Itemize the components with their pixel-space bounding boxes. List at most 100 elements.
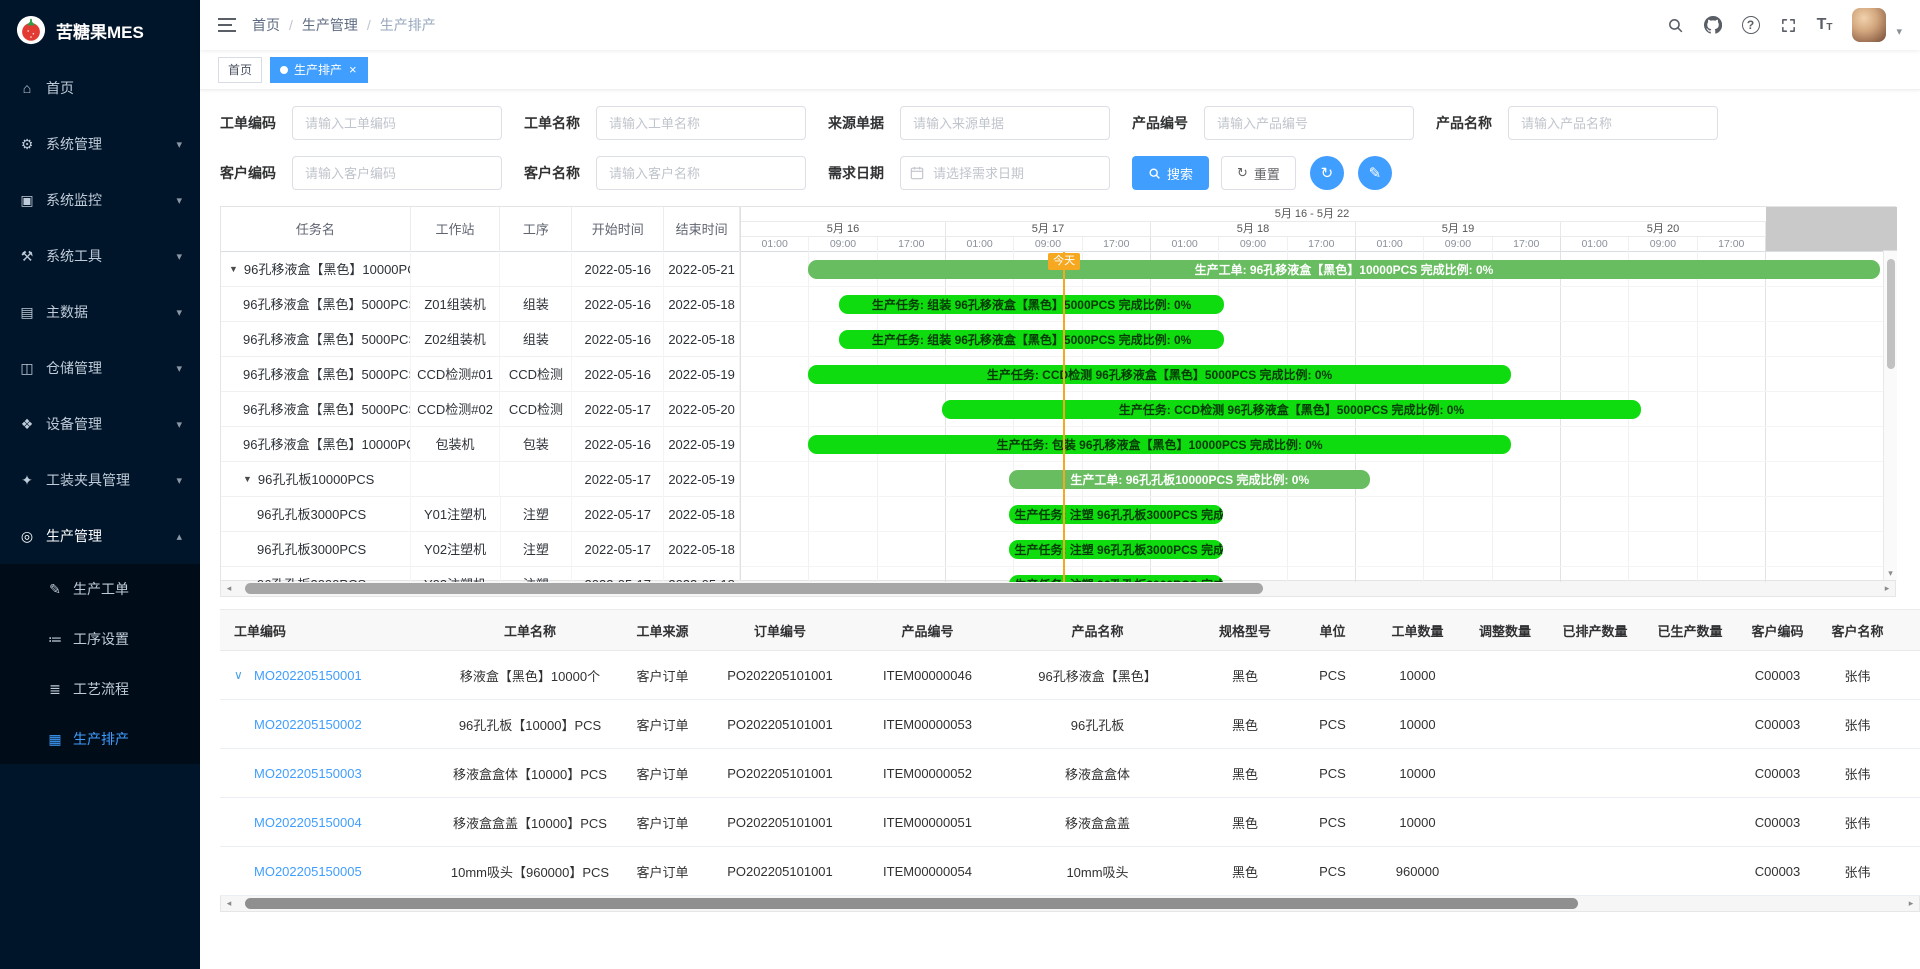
github-icon[interactable] — [1704, 16, 1722, 34]
gantt-task-bar[interactable]: 生产任务: 包装 96孔移液盒【黑色】10000PCS 完成比例: 0% — [808, 435, 1510, 454]
gantt-task-row[interactable]: 96孔移液盒【黑色】5000PCSCCD检测#01CCD检测2022-05-16… — [221, 357, 740, 392]
breadcrumb-item[interactable]: 生产管理 — [302, 15, 358, 35]
tab-label: 首页 — [228, 61, 252, 78]
process-cell: CCD检测 — [500, 392, 572, 427]
filter-field: 产品编号 — [1132, 106, 1414, 140]
sidebar-item[interactable]: ▣系统监控▾ — [0, 172, 200, 228]
sidebar-subitem[interactable]: ▦生产排产 — [0, 714, 200, 764]
filter-input[interactable] — [596, 106, 806, 140]
filter-field: 客户名称 — [524, 156, 806, 190]
gantt-task-row[interactable]: 96孔移液盒【黑色】5000PCSZ01组装机组装2022-05-162022-… — [221, 287, 740, 322]
workorder-link[interactable]: MO202205150001 — [254, 668, 362, 683]
scrollbar-track[interactable] — [237, 896, 1903, 911]
breadcrumb-item[interactable]: 首页 — [252, 15, 280, 35]
tab-active-dot — [280, 66, 288, 74]
row-expand-icon[interactable]: ∨ — [234, 668, 246, 682]
search-button[interactable]: 搜索 — [1132, 156, 1209, 190]
sidebar-item[interactable]: ✦工装夹具管理▾ — [0, 452, 200, 508]
gantt-vertical-scrollbar[interactable]: ▾ — [1883, 207, 1897, 580]
tab-item[interactable]: 首页 — [218, 57, 262, 83]
gantt-task-bar[interactable]: 生产任务: CCD检测 96孔移液盒【黑色】5000PCS 完成比例: 0% — [942, 400, 1641, 419]
orders-cell-customer_code: C00003 — [1735, 864, 1820, 879]
expand-icon[interactable]: ▼ — [229, 252, 238, 287]
gantt-task-bar[interactable]: 生产任务: 注塑 96孔孔板3000PCS 完成比例: 0% — [1009, 505, 1223, 524]
scroll-right-icon[interactable]: ▸ — [1903, 898, 1919, 909]
gantt-task-bar[interactable]: 生产任务: 组装 96孔移液盒【黑色】5000PCS 完成比例: 0% — [839, 295, 1224, 314]
filter-input[interactable] — [900, 106, 1110, 140]
scrollbar-thumb[interactable] — [1887, 259, 1895, 369]
scrollbar-track[interactable] — [237, 581, 1879, 596]
chevron-down-icon[interactable]: ▾ — [1896, 25, 1902, 42]
sidebar-item[interactable]: ▤主数据▾ — [0, 284, 200, 340]
filter-input[interactable] — [292, 106, 502, 140]
gantt-task-row[interactable]: 96孔孔板3000PCSY01注塑机注塑2022-05-172022-05-18 — [221, 497, 740, 532]
flow-icon: ≣ — [46, 681, 64, 698]
orders-cell-customer_name: 张伟 — [1820, 715, 1895, 734]
close-icon[interactable]: × — [348, 63, 358, 76]
timeline-hour-label: 09:00 — [1014, 237, 1082, 252]
avatar[interactable] — [1852, 8, 1886, 42]
sidebar-subitem[interactable]: ≣工艺流程 — [0, 664, 200, 714]
sidebar-item[interactable]: ◫仓储管理▾ — [0, 340, 200, 396]
gantt-order-bar[interactable]: 生产工单: 96孔移液盒【黑色】10000PCS 完成比例: 0% — [808, 260, 1879, 279]
orders-table-row[interactable]: ∨MO202205150001移液盒【黑色】10000个客户订单PO202205… — [220, 651, 1920, 700]
sync-gantt-button[interactable]: ↻ — [1310, 156, 1344, 190]
fullscreen-icon[interactable] — [1780, 17, 1797, 34]
scroll-left-icon[interactable]: ◂ — [221, 898, 237, 909]
scrollbar-thumb[interactable] — [245, 898, 1578, 909]
gantt-task-bar[interactable]: 生产任务: 注塑 96孔孔板3000PCS 完成比例: 0% — [1009, 540, 1223, 559]
filter-input[interactable] — [1508, 106, 1718, 140]
sidebar-subitem[interactable]: ≔工序设置 — [0, 614, 200, 664]
scroll-right-icon[interactable]: ▸ — [1879, 583, 1895, 594]
timeline-hour-label: 01:00 — [946, 237, 1014, 252]
sidebar-item[interactable]: ⚒系统工具▾ — [0, 228, 200, 284]
scrollbar-thumb[interactable] — [245, 583, 1263, 594]
scroll-left-icon[interactable]: ◂ — [221, 583, 237, 594]
tab-item[interactable]: 生产排产× — [270, 57, 368, 83]
workorder-link[interactable]: MO202205150004 — [254, 815, 362, 830]
sidebar-item[interactable]: ❖设备管理▾ — [0, 396, 200, 452]
sidebar-subitem[interactable]: ✎生产工单 — [0, 564, 200, 614]
orders-table-row[interactable]: ∨MO20220515000296孔孔板【10000】PCS客户订单PO2022… — [220, 700, 1920, 749]
workorder-link[interactable]: MO202205150003 — [254, 766, 362, 781]
workorder-link[interactable]: MO202205150005 — [254, 864, 362, 879]
filter-input[interactable] — [1204, 106, 1414, 140]
scroll-down-icon[interactable]: ▾ — [1884, 568, 1897, 579]
orders-table-row[interactable]: ∨MO202205150004移液盒盒盖【10000】PCS客户订单PO2022… — [220, 798, 1920, 847]
filter-input[interactable] — [900, 156, 1110, 190]
filter-input[interactable] — [596, 156, 806, 190]
gantt-task-row[interactable]: 96孔孔板3000PCSY03注塑机注塑2022-05-172022-05-18 — [221, 567, 740, 582]
process-cell: 注塑 — [501, 567, 573, 583]
edit-button[interactable]: ✎ — [1358, 156, 1392, 190]
gantt-task-row[interactable]: 96孔移液盒【黑色】5000PCSCCD检测#02CCD检测2022-05-17… — [221, 392, 740, 427]
sidebar-item[interactable]: ⌂首页 — [0, 60, 200, 116]
gantt-horizontal-scrollbar[interactable]: ◂ ▸ — [220, 581, 1896, 597]
table-horizontal-scrollbar[interactable]: ◂ ▸ — [220, 896, 1920, 912]
start-time-cell: 2022-05-17 — [572, 497, 664, 532]
filter-field: 产品名称 — [1436, 106, 1718, 140]
gantt-task-row[interactable]: 96孔移液盒【黑色】5000PCSZ02组装机组装2022-05-162022-… — [221, 322, 740, 357]
gantt-task-row[interactable]: 96孔移液盒【黑色】10000PCS包装机包装2022-05-162022-05… — [221, 427, 740, 462]
gantt-task-bar[interactable]: 生产任务: CCD检测 96孔移液盒【黑色】5000PCS 完成比例: 0% — [808, 365, 1510, 384]
gantt-task-row[interactable]: 96孔孔板3000PCSY02注塑机注塑2022-05-172022-05-18 — [221, 532, 740, 567]
orders-cell-order_no: PO202205101001 — [705, 766, 855, 781]
font-size-icon[interactable]: TT — [1817, 17, 1833, 33]
sidebar-item[interactable]: ⚙系统管理▾ — [0, 116, 200, 172]
filter-input[interactable] — [292, 156, 502, 190]
workorder-link[interactable]: MO202205150002 — [254, 717, 362, 732]
gantt-task-row[interactable]: ▼96孔孔板10000PCS2022-05-172022-05-19 — [221, 462, 740, 497]
sidebar-item[interactable]: ◎生产管理▴ — [0, 508, 200, 564]
timeline-body: 生产工单: 96孔移液盒【黑色】10000PCS 完成比例: 0% 生产任务: 组… — [741, 252, 1883, 582]
reset-button[interactable]: ↻ 重置 — [1221, 156, 1296, 190]
orders-table-row[interactable]: ∨MO20220515000510mm吸头【960000】PCS客户订单PO20… — [220, 847, 1920, 896]
expand-icon[interactable]: ▼ — [243, 462, 252, 497]
end-time-cell: 2022-05-18 — [664, 567, 740, 583]
search-icon[interactable] — [1667, 17, 1684, 34]
gantt-task-bar[interactable]: 生产任务: 组装 96孔移液盒【黑色】5000PCS 完成比例: 0% — [839, 330, 1224, 349]
gantt-task-row[interactable]: ▼96孔移液盒【黑色】10000PCS2022-05-162022-05-21 — [221, 252, 740, 287]
gantt-task-bar[interactable]: 生产任务: 注塑 96孔孔板3000PCS 完成比例: 0% — [1009, 575, 1223, 582]
help-icon[interactable]: ? — [1742, 16, 1760, 34]
orders-table-row[interactable]: ∨MO202205150003移液盒盒体【10000】PCS客户订单PO2022… — [220, 749, 1920, 798]
sidebar-toggle-icon[interactable] — [218, 17, 236, 33]
timeline-hours: 01:0009:0017:0001:0009:0017:0001:0009:00… — [741, 237, 1766, 252]
